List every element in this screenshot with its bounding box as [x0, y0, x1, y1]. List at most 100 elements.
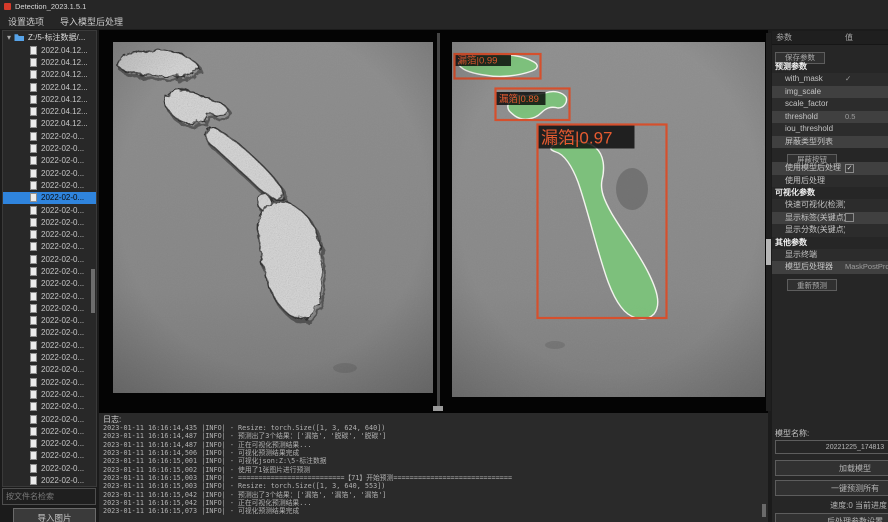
- tree-item[interactable]: 2022-02-0...: [3, 425, 96, 437]
- param-row[interactable]: iou_threshold: [772, 123, 888, 136]
- param-row[interactable]: 显示分数(关键点): [772, 224, 888, 237]
- tree-item[interactable]: 2022.04.12...: [3, 69, 96, 81]
- params-scrollbar[interactable]: [766, 33, 771, 411]
- tree-item[interactable]: 2022-02-0...: [3, 413, 96, 425]
- tree-item-selected[interactable]: 2022-02-0...: [3, 192, 96, 204]
- param-row[interactable]: 屏蔽类型列表: [772, 136, 888, 149]
- tree-item[interactable]: 2022-02-0...: [3, 278, 96, 290]
- tree-item[interactable]: 2022-02-0...: [3, 401, 96, 413]
- checkbox-unchecked-icon[interactable]: [845, 213, 854, 222]
- menu-item-settings[interactable]: 设置选项: [0, 15, 52, 28]
- import-images-button[interactable]: 导入图片: [13, 508, 96, 522]
- load-model-button[interactable]: 加载模型: [775, 460, 888, 476]
- tree-item[interactable]: 2022-02-0...: [3, 179, 96, 191]
- tree-item[interactable]: 2022-02-0...: [3, 339, 96, 351]
- tree-item[interactable]: 2022.04.12...: [3, 81, 96, 93]
- tree-item[interactable]: 2022-02-0...: [3, 364, 96, 376]
- param-value[interactable]: MaskPostPro: [845, 261, 888, 274]
- tree-item[interactable]: 2022-02-0...: [3, 376, 96, 388]
- tree-item[interactable]: 2022-02-0...: [3, 253, 96, 265]
- param-value[interactable]: ✓: [845, 162, 888, 175]
- pane-splitter-handle[interactable]: [433, 406, 443, 411]
- save-params-row: 保存参数: [772, 45, 888, 61]
- tree-item[interactable]: 2022.04.12...: [3, 44, 96, 56]
- checkbox-checked-icon[interactable]: ✓: [845, 164, 854, 173]
- file-icon: [30, 218, 37, 227]
- tree-item[interactable]: 2022-02-0...: [3, 216, 96, 228]
- filename-filter-input[interactable]: [2, 488, 96, 505]
- param-value[interactable]: 0.5: [845, 111, 888, 124]
- tree-item-label: 2022-02-0...: [41, 255, 84, 264]
- param-row[interactable]: 使用模型后处理✓: [772, 162, 888, 175]
- param-row[interactable]: 显示终端: [772, 249, 888, 262]
- tree-item[interactable]: 2022-02-0...: [3, 327, 96, 339]
- tree-item[interactable]: 2022-02-0...: [3, 450, 96, 462]
- tree-item-label: 2022-02-0...: [41, 292, 84, 301]
- original-image-pane[interactable]: [113, 42, 433, 393]
- tree-item[interactable]: 2022-02-0...: [3, 155, 96, 167]
- prediction-image-pane[interactable]: 漏箔|0.99 漏箔|0.89 漏箔|0.97: [452, 42, 765, 397]
- pane-splitter[interactable]: [437, 33, 440, 406]
- tree-item[interactable]: 2022-02-0...: [3, 142, 96, 154]
- param-value[interactable]: ✓: [845, 73, 888, 86]
- tree-item-label: 2022-02-0...: [41, 390, 84, 399]
- tree-item[interactable]: 2022-02-0...: [3, 130, 96, 142]
- menu-item-import-postprocess[interactable]: 导入模型后处理: [52, 15, 131, 28]
- param-row[interactable]: threshold0.5: [772, 111, 888, 124]
- tree-item[interactable]: 2022-02-0...: [3, 265, 96, 277]
- param-value[interactable]: [845, 212, 888, 225]
- tree-item[interactable]: 2022-02-0...: [3, 474, 96, 486]
- param-action-button[interactable]: 重新预测: [787, 279, 837, 291]
- log-scrollbar-thumb[interactable]: [762, 504, 766, 517]
- tree-item[interactable]: 2022.04.12...: [3, 118, 96, 130]
- predict-all-button[interactable]: 一键预测所有: [775, 480, 888, 496]
- tree-root-label: Z:/5-标注数据/...: [28, 32, 85, 43]
- tree-root-folder[interactable]: ▾ Z:/5-标注数据/...: [3, 31, 96, 44]
- tree-item[interactable]: 2022-02-0...: [3, 290, 96, 302]
- expand-arrow-icon[interactable]: ▾: [7, 34, 11, 42]
- postprocess-params-button[interactable]: 后处理参数设置: [775, 513, 888, 522]
- param-label: threshold: [772, 111, 845, 124]
- log-line: 2023-01-11 16:16:15,001 |INFO| - 可视化json…: [103, 457, 760, 465]
- param-value[interactable]: [845, 249, 888, 262]
- param-value[interactable]: [845, 199, 888, 212]
- param-value[interactable]: [845, 175, 888, 188]
- param-label: 快速可视化(检测): [772, 199, 845, 212]
- tree-item[interactable]: 2022-02-0...: [3, 351, 96, 363]
- file-icon: [30, 439, 37, 448]
- tree-item[interactable]: 2022.04.12...: [3, 93, 96, 105]
- param-value[interactable]: [845, 136, 888, 149]
- param-row[interactable]: 快速可视化(检测): [772, 199, 888, 212]
- log-line: 2023-01-11 16:16:14,487 |INFO| - 预测出了3个结…: [103, 432, 760, 440]
- param-row[interactable]: 模型后处理器MaskPostPro: [772, 261, 888, 274]
- tree-item-label: 2022-02-0...: [41, 365, 84, 374]
- file-icon: [30, 451, 37, 460]
- tree-item[interactable]: 2022.04.12...: [3, 105, 96, 117]
- tree-item[interactable]: 2022-02-0...: [3, 167, 96, 179]
- tree-item[interactable]: 2022-02-0...: [3, 302, 96, 314]
- param-row[interactable]: 使用后处理: [772, 175, 888, 188]
- tree-item-label: 2022-02-0...: [41, 427, 84, 436]
- param-row[interactable]: 显示标签(关键点): [772, 212, 888, 225]
- tree-item[interactable]: 2022-02-0...: [3, 388, 96, 400]
- tree-item[interactable]: 2022-02-0...: [3, 438, 96, 450]
- param-value[interactable]: [845, 86, 888, 99]
- param-row[interactable]: with_mask✓: [772, 73, 888, 86]
- tree-item[interactable]: 2022.04.12...: [3, 56, 96, 68]
- param-section-header: 其他参数: [772, 237, 888, 249]
- param-row[interactable]: img_scale: [772, 86, 888, 99]
- params-rows: 预测参数with_mask✓img_scalescale_factorthres…: [772, 61, 888, 288]
- param-value[interactable]: [845, 224, 888, 237]
- tree-item[interactable]: 2022-02-0...: [3, 204, 96, 216]
- param-row[interactable]: scale_factor: [772, 98, 888, 111]
- params-scrollbar-thumb[interactable]: [766, 239, 771, 265]
- tree-item[interactable]: 2022-02-0...: [3, 228, 96, 240]
- tree-item[interactable]: 2022-02-0...: [3, 241, 96, 253]
- tree-scrollbar-thumb[interactable]: [91, 269, 95, 313]
- param-value[interactable]: [845, 123, 888, 136]
- model-name-field[interactable]: 20221225_174813: [775, 440, 888, 454]
- tree-item[interactable]: 2022-02-0...: [3, 462, 96, 474]
- file-icon: [30, 402, 37, 411]
- tree-item[interactable]: 2022-02-0...: [3, 315, 96, 327]
- param-value[interactable]: [845, 98, 888, 111]
